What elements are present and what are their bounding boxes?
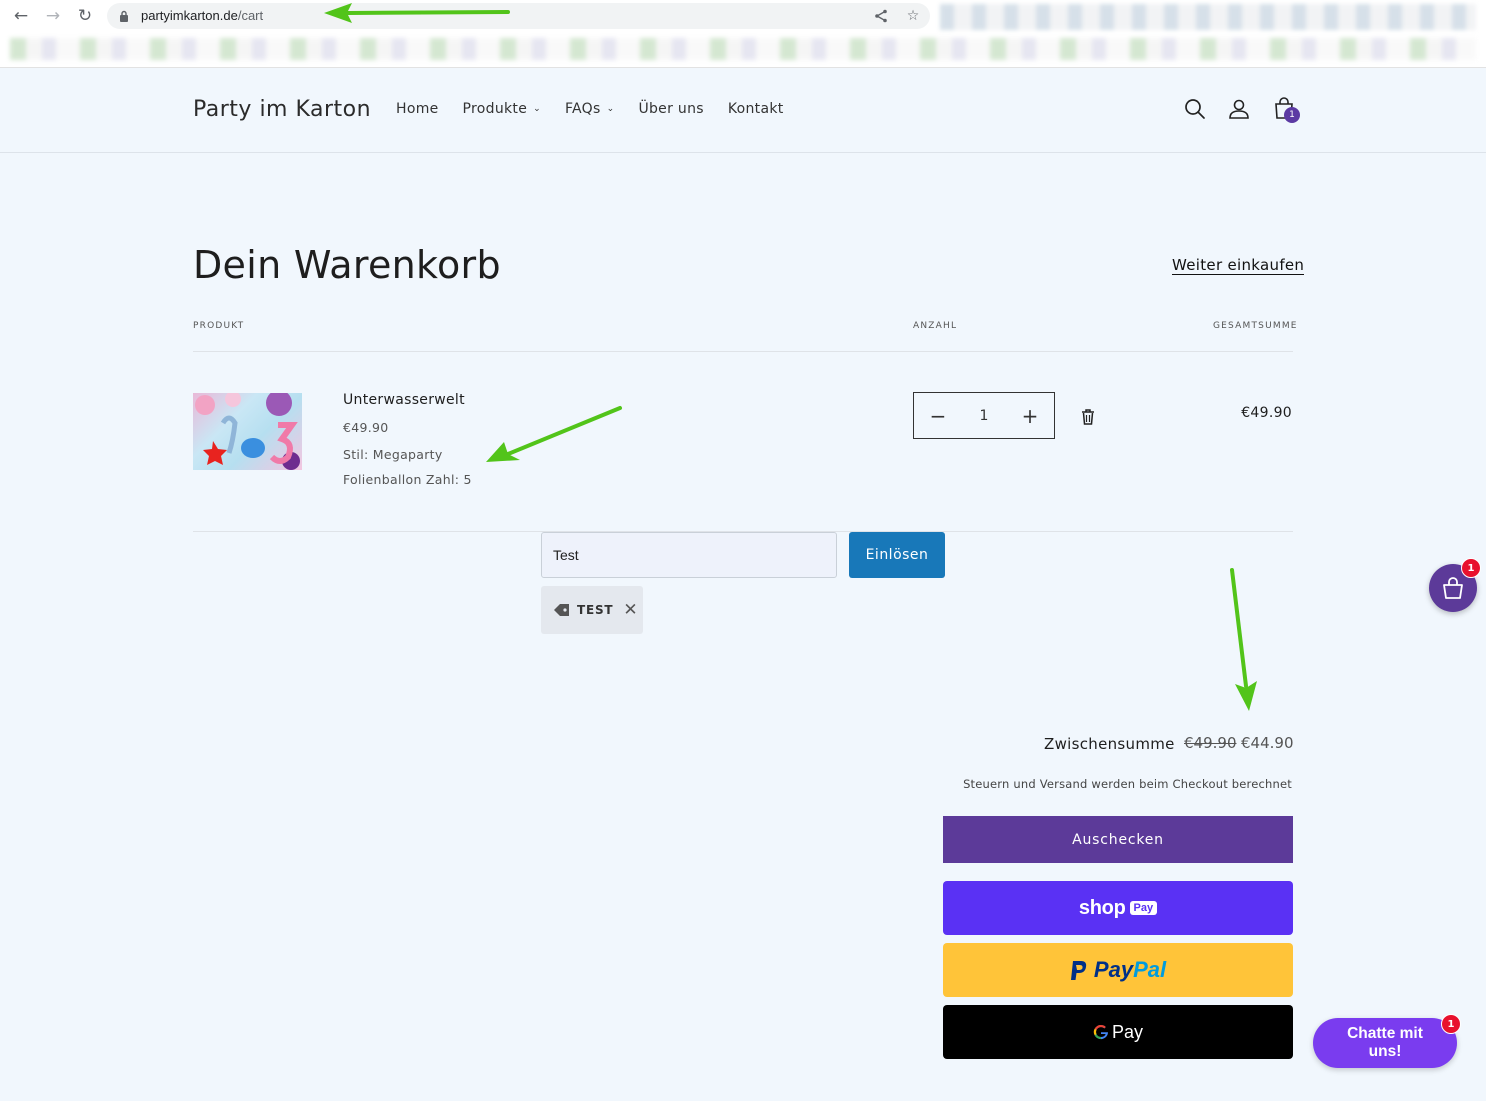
paypal-button[interactable]: PayPal	[943, 943, 1293, 997]
share-icon[interactable]	[871, 6, 891, 26]
menu-item-produkte[interactable]: Produkte ⌄	[463, 101, 541, 117]
paypal-icon	[1070, 960, 1087, 980]
chevron-down-icon: ⌄	[606, 104, 615, 114]
product-option-style: Stil: Megaparty	[343, 447, 443, 462]
product-price: €49.90	[343, 420, 389, 435]
shop-pay-chip: Pay	[1129, 901, 1158, 915]
shopping-bag-icon	[1443, 577, 1463, 599]
annotation-arrow-subtotal	[1230, 568, 1257, 711]
site-header: Party im Karton Home Produkte ⌄ FAQs ⌄ Übe…	[0, 68, 1486, 153]
search-icon[interactable]	[1182, 96, 1208, 122]
menu-item-kontakt[interactable]: Kontakt	[728, 101, 784, 117]
tax-shipping-note: Steuern und Versand werden beim Checkout…	[963, 777, 1292, 791]
quantity-stepper: − 1 +	[913, 392, 1055, 439]
bookmarks-bar	[10, 38, 1476, 60]
lock-icon	[120, 10, 128, 22]
chat-badge: 1	[1441, 1014, 1461, 1034]
decrease-quantity-button[interactable]: −	[928, 406, 948, 426]
shop-pay-button[interactable]: shop Pay	[943, 881, 1293, 935]
continue-shopping-link[interactable]: Weiter einkaufen	[1172, 256, 1305, 275]
store-logo[interactable]: Party im Karton	[193, 97, 371, 122]
menu-item-home[interactable]: Home	[396, 101, 439, 117]
google-pay-button[interactable]: Pay	[943, 1005, 1293, 1059]
column-header-quantity: ANZAHL	[913, 321, 958, 331]
back-icon[interactable]: ←	[10, 5, 32, 27]
remove-discount-icon[interactable]: ✕	[623, 600, 637, 620]
extensions-toolbar	[940, 4, 1476, 30]
floating-cart-badge: 1	[1461, 558, 1481, 578]
quantity-value[interactable]: 1	[980, 408, 989, 424]
discount-tag-icon	[554, 604, 569, 616]
browser-chrome: ← → ↻ partyimkarton.de/cart ☆	[0, 0, 1486, 68]
google-pay-label: Pay	[1111, 1021, 1144, 1042]
redeem-coupon-button[interactable]: Einlösen	[849, 532, 945, 578]
url-text: partyimkarton.de/cart	[141, 8, 264, 23]
divider	[193, 351, 1293, 352]
bookmark-star-icon[interactable]: ☆	[903, 6, 923, 26]
account-icon[interactable]	[1226, 96, 1252, 122]
google-g-icon	[1093, 1024, 1108, 1040]
reload-icon[interactable]: ↻	[74, 5, 96, 27]
chat-label: Chatte mit uns!	[1347, 1025, 1423, 1060]
original-subtotal: €49.90	[1184, 734, 1237, 752]
shop-pay-logo: shop	[1078, 896, 1126, 919]
line-total: €49.90	[1241, 405, 1292, 421]
annotation-arrow-product	[486, 406, 622, 462]
discounted-subtotal: €44.90	[1241, 734, 1294, 752]
trash-icon[interactable]	[1079, 407, 1097, 427]
cart-count-badge: 1	[1284, 107, 1300, 123]
product-name[interactable]: Unterwasserwelt	[343, 392, 465, 408]
chevron-down-icon: ⌄	[533, 104, 541, 114]
page-title: Dein Warenkorb	[193, 243, 501, 287]
discount-code-label: TEST	[577, 603, 614, 617]
chat-button[interactable]: Chatte mit uns!	[1313, 1018, 1457, 1068]
menu-item-faqs[interactable]: FAQs ⌄	[565, 101, 614, 117]
column-header-total: GESAMTSUMME	[1213, 321, 1298, 331]
product-image[interactable]	[193, 393, 302, 470]
main-menu: Home Produkte ⌄ FAQs ⌄ Über uns Kontakt	[396, 101, 784, 117]
checkout-button[interactable]: Auschecken	[943, 816, 1293, 863]
menu-item-ueber-uns[interactable]: Über uns	[638, 101, 703, 117]
forward-icon[interactable]: →	[42, 5, 64, 27]
increase-quantity-button[interactable]: +	[1020, 406, 1040, 426]
coupon-input[interactable]	[541, 532, 837, 578]
subtotal-label: Zwischensumme	[1044, 735, 1175, 753]
paypal-logo: PayPal	[1093, 957, 1167, 982]
column-header-product: PRODUKT	[193, 321, 245, 331]
product-option-number: Folienballon Zahl: 5	[343, 472, 472, 487]
address-bar[interactable]: partyimkarton.de/cart ☆	[107, 3, 930, 29]
applied-discount-tag: TEST ✕	[541, 586, 643, 634]
